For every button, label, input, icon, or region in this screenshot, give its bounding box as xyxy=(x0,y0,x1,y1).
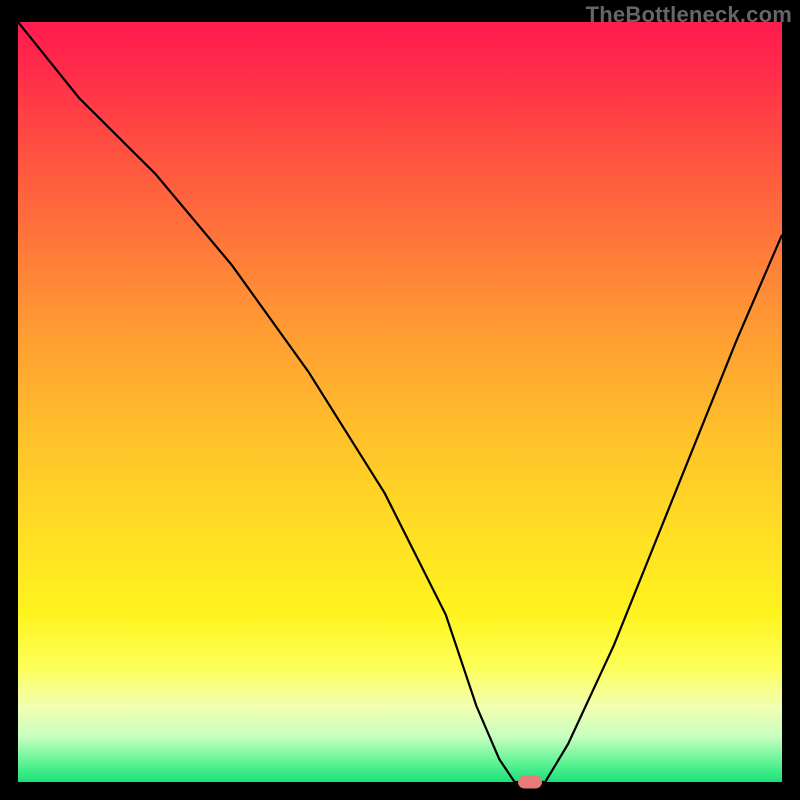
optimal-marker xyxy=(518,776,542,789)
chart-container: TheBottleneck.com xyxy=(0,0,800,800)
watermark-text: TheBottleneck.com xyxy=(586,2,792,28)
plot-area xyxy=(18,22,782,782)
bottleneck-curve xyxy=(18,22,782,782)
